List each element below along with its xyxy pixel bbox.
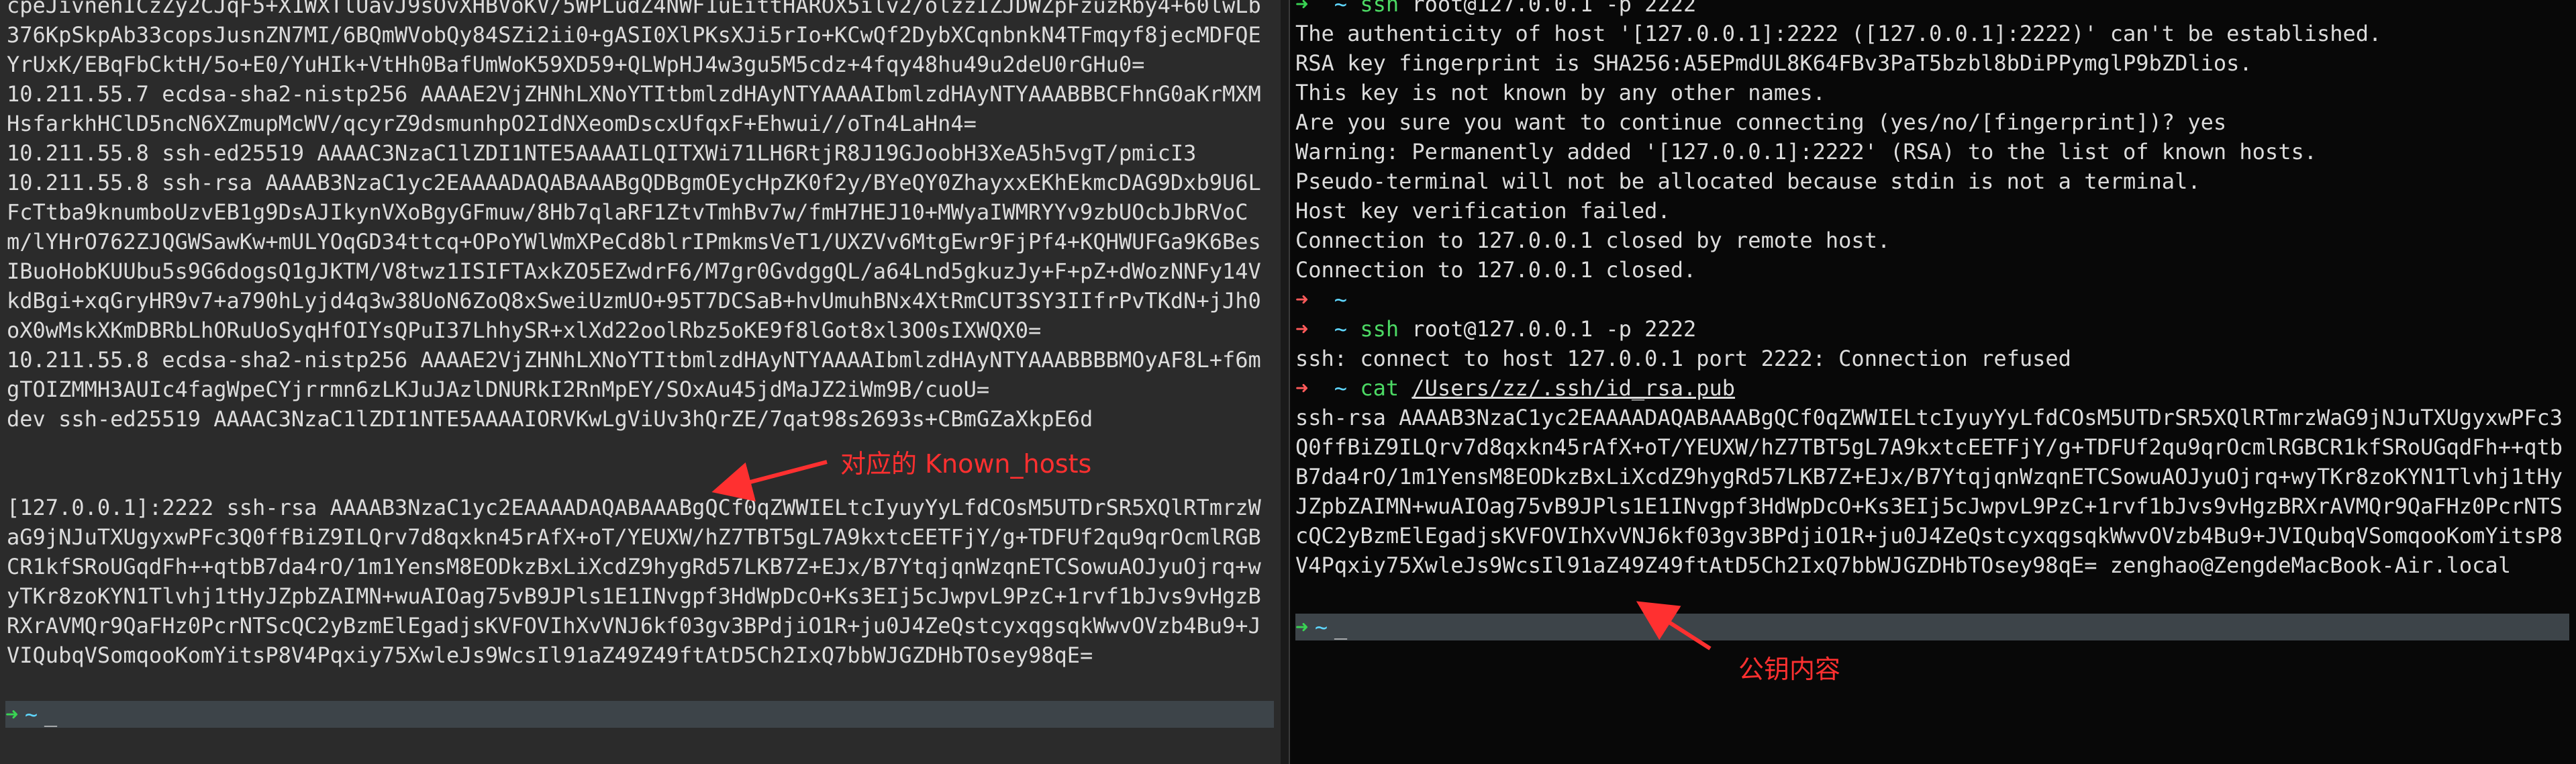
annotation-known-hosts: 对应的 Known_hosts: [840, 449, 1092, 479]
known-hosts-entry: [127.0.0.1]:2222 ssh-rsa AAAAB3NzaC1yc2E…: [7, 495, 1261, 668]
terminal-line: cpeJivnehICzZy2CJqF5+X1WXTlUavJ9sOvXHBVo…: [7, 0, 1261, 77]
left-prompt-line[interactable]: ➜ ~ _: [5, 701, 1274, 728]
left-terminal-output: cpeJivnehICzZy2CJqF5+X1WXTlUavJ9sOvXHBVo…: [7, 0, 1274, 670]
terminal-line: Host key verification failed.: [1295, 198, 1671, 224]
file-path[interactable]: /Users/zz/.ssh/id_rsa.pub: [1411, 375, 1735, 401]
pane-divider[interactable]: [1281, 0, 1289, 764]
right-prompt-line[interactable]: ➜ ~ _: [1295, 614, 2569, 640]
terminal-line: 10.211.55.8 ssh-rsa AAAAB3NzaC1yc2EAAAAD…: [7, 170, 1261, 343]
cursor: _: [1334, 614, 1348, 640]
prompt-arrow-icon: ➜: [1295, 0, 1309, 17]
prompt-arrow-icon: ➜: [1295, 316, 1309, 342]
terminal-line: Connection to 127.0.0.1 closed.: [1295, 257, 1697, 283]
terminal-line: dev ssh-ed25519 AAAAC3NzaC1lZDI1NTE5AAAA…: [7, 406, 1093, 432]
terminal-line: RSA key fingerprint is SHA256:A5EPmdUL8K…: [1295, 50, 2252, 76]
prompt-arrow-icon: ➜: [1295, 287, 1309, 312]
command-args: root@127.0.0.1 -p 2222: [1399, 0, 1697, 17]
right-terminal-pane[interactable]: ➜ ~ ssh root@127.0.0.1 -p 2222 The authe…: [1289, 0, 2576, 764]
terminal-line: The authenticity of host '[127.0.0.1]:22…: [1295, 21, 2382, 46]
annotation-public-key: 公钥内容: [1738, 655, 1841, 684]
terminal-line: 10.211.55.7 ecdsa-sha2-nistp256 AAAAE2Vj…: [7, 81, 1261, 136]
public-key-content: ssh-rsa AAAAB3NzaC1yc2EAAAADAQABAAABgQCf…: [1295, 405, 2563, 578]
cursor: _: [44, 702, 58, 727]
command-name: ssh: [1360, 0, 1399, 17]
terminal-line: 10.211.55.8 ssh-ed25519 AAAAC3NzaC1lZDI1…: [7, 140, 1197, 166]
terminal-line: Warning: Permanently added '[127.0.0.1]:…: [1295, 139, 2317, 164]
terminal-line: Are you sure you want to continue connec…: [1295, 109, 2227, 135]
terminal-line: This key is not known by any other names…: [1295, 80, 1826, 105]
prompt-dir: ~: [24, 702, 38, 727]
command-args: root@127.0.0.1 -p 2222: [1399, 316, 1697, 342]
left-terminal-pane[interactable]: cpeJivnehICzZy2CJqF5+X1WXTlUavJ9sOvXHBVo…: [0, 0, 1281, 764]
terminal-line: Pseudo-terminal will not be allocated be…: [1295, 169, 2201, 194]
prompt-arrow-icon: ➜: [1295, 375, 1309, 401]
prompt-dir: ~: [1334, 0, 1348, 17]
command-name: cat: [1360, 375, 1399, 401]
terminal-line: ssh: connect to host 127.0.0.1 port 2222…: [1295, 346, 2071, 371]
prompt-arrow-icon: ➜: [1295, 614, 1309, 640]
prompt-dir: ~: [1334, 287, 1348, 312]
terminal-line: Connection to 127.0.0.1 closed by remote…: [1295, 228, 1891, 253]
terminal-line: 10.211.55.8 ecdsa-sha2-nistp256 AAAAE2Vj…: [7, 347, 1261, 402]
prompt-arrow-icon: ➜: [5, 702, 19, 727]
prompt-dir: ~: [1334, 375, 1348, 401]
prompt-dir: ~: [1334, 316, 1348, 342]
prompt-dir: ~: [1314, 614, 1328, 640]
right-terminal-output: ➜ ~ ssh root@127.0.0.1 -p 2222 The authe…: [1295, 0, 2569, 580]
command-name: ssh: [1360, 316, 1399, 342]
